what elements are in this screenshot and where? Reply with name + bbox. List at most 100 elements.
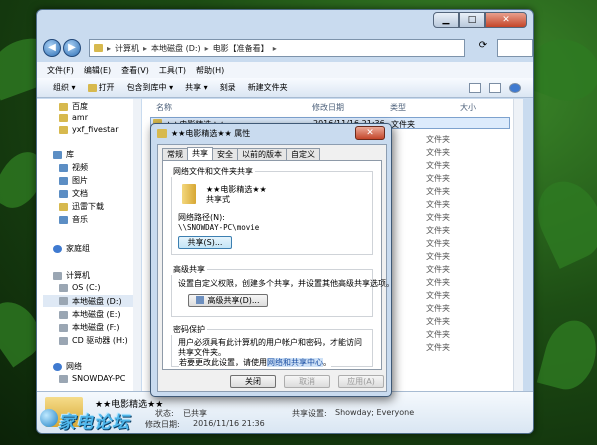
sidebar-item-homegroup[interactable]: 家庭组 <box>53 243 90 254</box>
library-icon <box>53 150 62 159</box>
tab-customize[interactable]: 自定义 <box>286 148 320 160</box>
window-caption-buttons: ▁ □ ✕ <box>433 12 527 28</box>
tab-previous-versions[interactable]: 以前的版本 <box>237 148 287 160</box>
advanced-sharing-button[interactable]: 高级共享(D)... <box>188 294 268 307</box>
homegroup-icon <box>53 244 62 253</box>
sidebar-item-libraries[interactable]: 库 <box>53 149 74 160</box>
tab-sharing[interactable]: 共享 <box>187 147 213 160</box>
share-with-button[interactable]: 共享 ▾ <box>185 82 208 93</box>
advanced-sharing-button-label: 高级共享(D)... <box>207 296 260 305</box>
open-label: 打开 <box>98 83 115 92</box>
sidebar-item-baidu[interactable]: 百度 <box>59 101 88 112</box>
sidebar-item-label: 文档 <box>72 189 88 198</box>
change-setting-prefix: 若要更改此设置，请使用 <box>179 358 267 367</box>
search-input[interactable] <box>497 39 533 57</box>
sidebar-item-music[interactable]: 音乐 <box>59 214 88 225</box>
apply-button[interactable]: 应用(A) <box>338 375 384 388</box>
breadcrumb-movie-folder[interactable]: 电影【准备看】 <box>213 43 269 54</box>
new-folder-button[interactable]: 新建文件夹 <box>248 82 288 93</box>
drive-icon <box>59 323 68 332</box>
file-type: 文件夹 <box>391 120 415 129</box>
sidebar-item-computer[interactable]: 计算机 <box>53 270 90 281</box>
sidebar-item-label: 图片 <box>72 176 88 185</box>
watermark-text: 家电论坛 <box>58 413 130 433</box>
help-icon[interactable] <box>509 82 521 93</box>
sidebar-item-thunder-downloads[interactable]: 迅雷下载 <box>59 201 104 212</box>
dialog-title: ★★电影精选★★ 属性 <box>157 128 250 139</box>
menu-file[interactable]: 文件(F) <box>47 65 74 76</box>
network-sharing-group: ★★电影精选★★ 共享式 网络路径(N): \\SNOWDAY-PC\movie… <box>171 171 373 255</box>
column-name[interactable]: 名称 <box>156 102 172 113</box>
drive-icon <box>59 310 68 319</box>
cancel-button[interactable]: 取消 <box>284 375 330 388</box>
menu-edit[interactable]: 编辑(E) <box>84 65 111 76</box>
sidebar-item-amr[interactable]: amr <box>59 113 88 122</box>
folder-icon <box>94 44 103 52</box>
sidebar-item-drive-d[interactable]: 本地磁盘 (D:) <box>43 295 139 307</box>
maximize-button[interactable]: □ <box>459 12 485 28</box>
sidebar-item-label: 视频 <box>72 163 88 172</box>
network-sharing-center-link[interactable]: 网络和共享中心 <box>267 358 323 367</box>
sidebar-item-drive-f[interactable]: 本地磁盘 (F:) <box>59 322 119 333</box>
menu-view[interactable]: 查看(V) <box>121 65 149 76</box>
sidebar-item-snowday-pc[interactable]: SNOWDAY-PC <box>59 374 125 383</box>
preview-pane-icon[interactable] <box>489 82 501 93</box>
forward-button[interactable]: ▶ <box>63 39 81 57</box>
navigation-pane-scrollbar[interactable] <box>133 99 141 391</box>
share-button[interactable]: 共享(S)... <box>178 236 232 249</box>
advanced-sharing-group: 设置自定义权限，创建多个共享，并设置其他高级共享选项。 高级共享(D)... <box>171 269 394 317</box>
column-date[interactable]: 修改日期 <box>312 102 344 113</box>
view-options-icon[interactable] <box>469 82 481 93</box>
address-bar[interactable]: ▸ 计算机 ▸ 本地磁盘 (D:) ▸ 电影【准备看】 ▸ <box>89 39 465 57</box>
advanced-sharing-group-label: 高级共享 <box>171 264 207 275</box>
computer-icon <box>59 374 68 383</box>
sidebar-item-label: 网络 <box>66 362 82 371</box>
column-size[interactable]: 大小 <box>460 102 476 113</box>
refresh-icon[interactable]: ⟳ <box>473 40 493 56</box>
close-dialog-button[interactable]: 关闭 <box>230 375 276 388</box>
change-setting-text: 若要更改此设置，请使用网络和共享中心。 <box>179 357 331 368</box>
details-share-value: Showday; Everyone <box>335 408 415 417</box>
close-button[interactable]: ✕ <box>485 12 527 28</box>
details-state-value: 已共享 <box>183 409 207 418</box>
sidebar-item-documents[interactable]: 文档 <box>59 188 88 199</box>
menu-bar: 文件(F) 编辑(E) 查看(V) 工具(T) 帮助(H) <box>37 62 533 78</box>
back-button[interactable]: ◀ <box>43 39 61 57</box>
open-button[interactable]: 打开 <box>87 82 115 93</box>
sidebar-item-videos[interactable]: 视频 <box>59 162 88 173</box>
file-list-scrollbar[interactable] <box>513 99 523 391</box>
sidebar-item-network[interactable]: 网络 <box>53 361 82 372</box>
password-protection-description: 用户必须具有此计算机的用户帐户和密码，才能访问共享文件夹。 <box>178 338 362 357</box>
network-path-label: 网络路径(N): <box>178 213 225 222</box>
menu-help[interactable]: 帮助(H) <box>196 65 224 76</box>
burn-button[interactable]: 刻录 <box>220 82 236 93</box>
network-icon <box>53 362 62 371</box>
details-share-label: 共享设置: <box>292 409 327 418</box>
column-type[interactable]: 类型 <box>390 102 406 113</box>
sidebar-item-label: amr <box>72 113 88 122</box>
sidebar-item-label: OS (C:) <box>72 283 101 292</box>
sidebar-item-pictures[interactable]: 图片 <box>59 175 88 186</box>
navigation-pane: 百度 amr yxf_fivestar 库 视频 图片 文档 迅雷下载 音乐 家… <box>37 99 141 391</box>
dialog-close-button[interactable]: ✕ <box>355 126 385 140</box>
sidebar-item-cd-drive-h[interactable]: CD 驱动器 (H:) <box>59 335 128 346</box>
sidebar-item-yxf-fivestar[interactable]: yxf_fivestar <box>59 125 118 134</box>
document-icon <box>59 189 68 198</box>
sidebar-item-drive-c[interactable]: OS (C:) <box>59 283 100 292</box>
minimize-button[interactable]: ▁ <box>433 12 459 28</box>
drive-icon <box>59 297 68 305</box>
sidebar-item-drive-e[interactable]: 本地磁盘 (E:) <box>59 309 121 320</box>
music-icon <box>59 215 68 224</box>
folder-icon <box>59 102 68 111</box>
breadcrumb-computer[interactable]: 计算机 <box>115 43 139 54</box>
tab-general[interactable]: 常规 <box>162 148 188 160</box>
include-in-library-button[interactable]: 包含到库中 ▾ <box>127 82 174 93</box>
column-headers: 名称 修改日期 类型 大小 <box>142 99 523 113</box>
details-date-label: 修改日期: <box>145 420 180 429</box>
organize-button[interactable]: 组织 ▾ <box>53 82 76 93</box>
tab-security[interactable]: 安全 <box>212 148 238 160</box>
navigation-bar: ◀ ▶ ▸ 计算机 ▸ 本地磁盘 (D:) ▸ 电影【准备看】 ▸ ⟳ <box>41 37 533 59</box>
properties-dialog: ★★电影精选★★ 属性 ✕ 常规 共享 安全 以前的版本 自定义 ★★电影精选★… <box>150 123 394 397</box>
menu-tools[interactable]: 工具(T) <box>159 65 186 76</box>
breadcrumb-drive-d[interactable]: 本地磁盘 (D:) <box>151 43 201 54</box>
